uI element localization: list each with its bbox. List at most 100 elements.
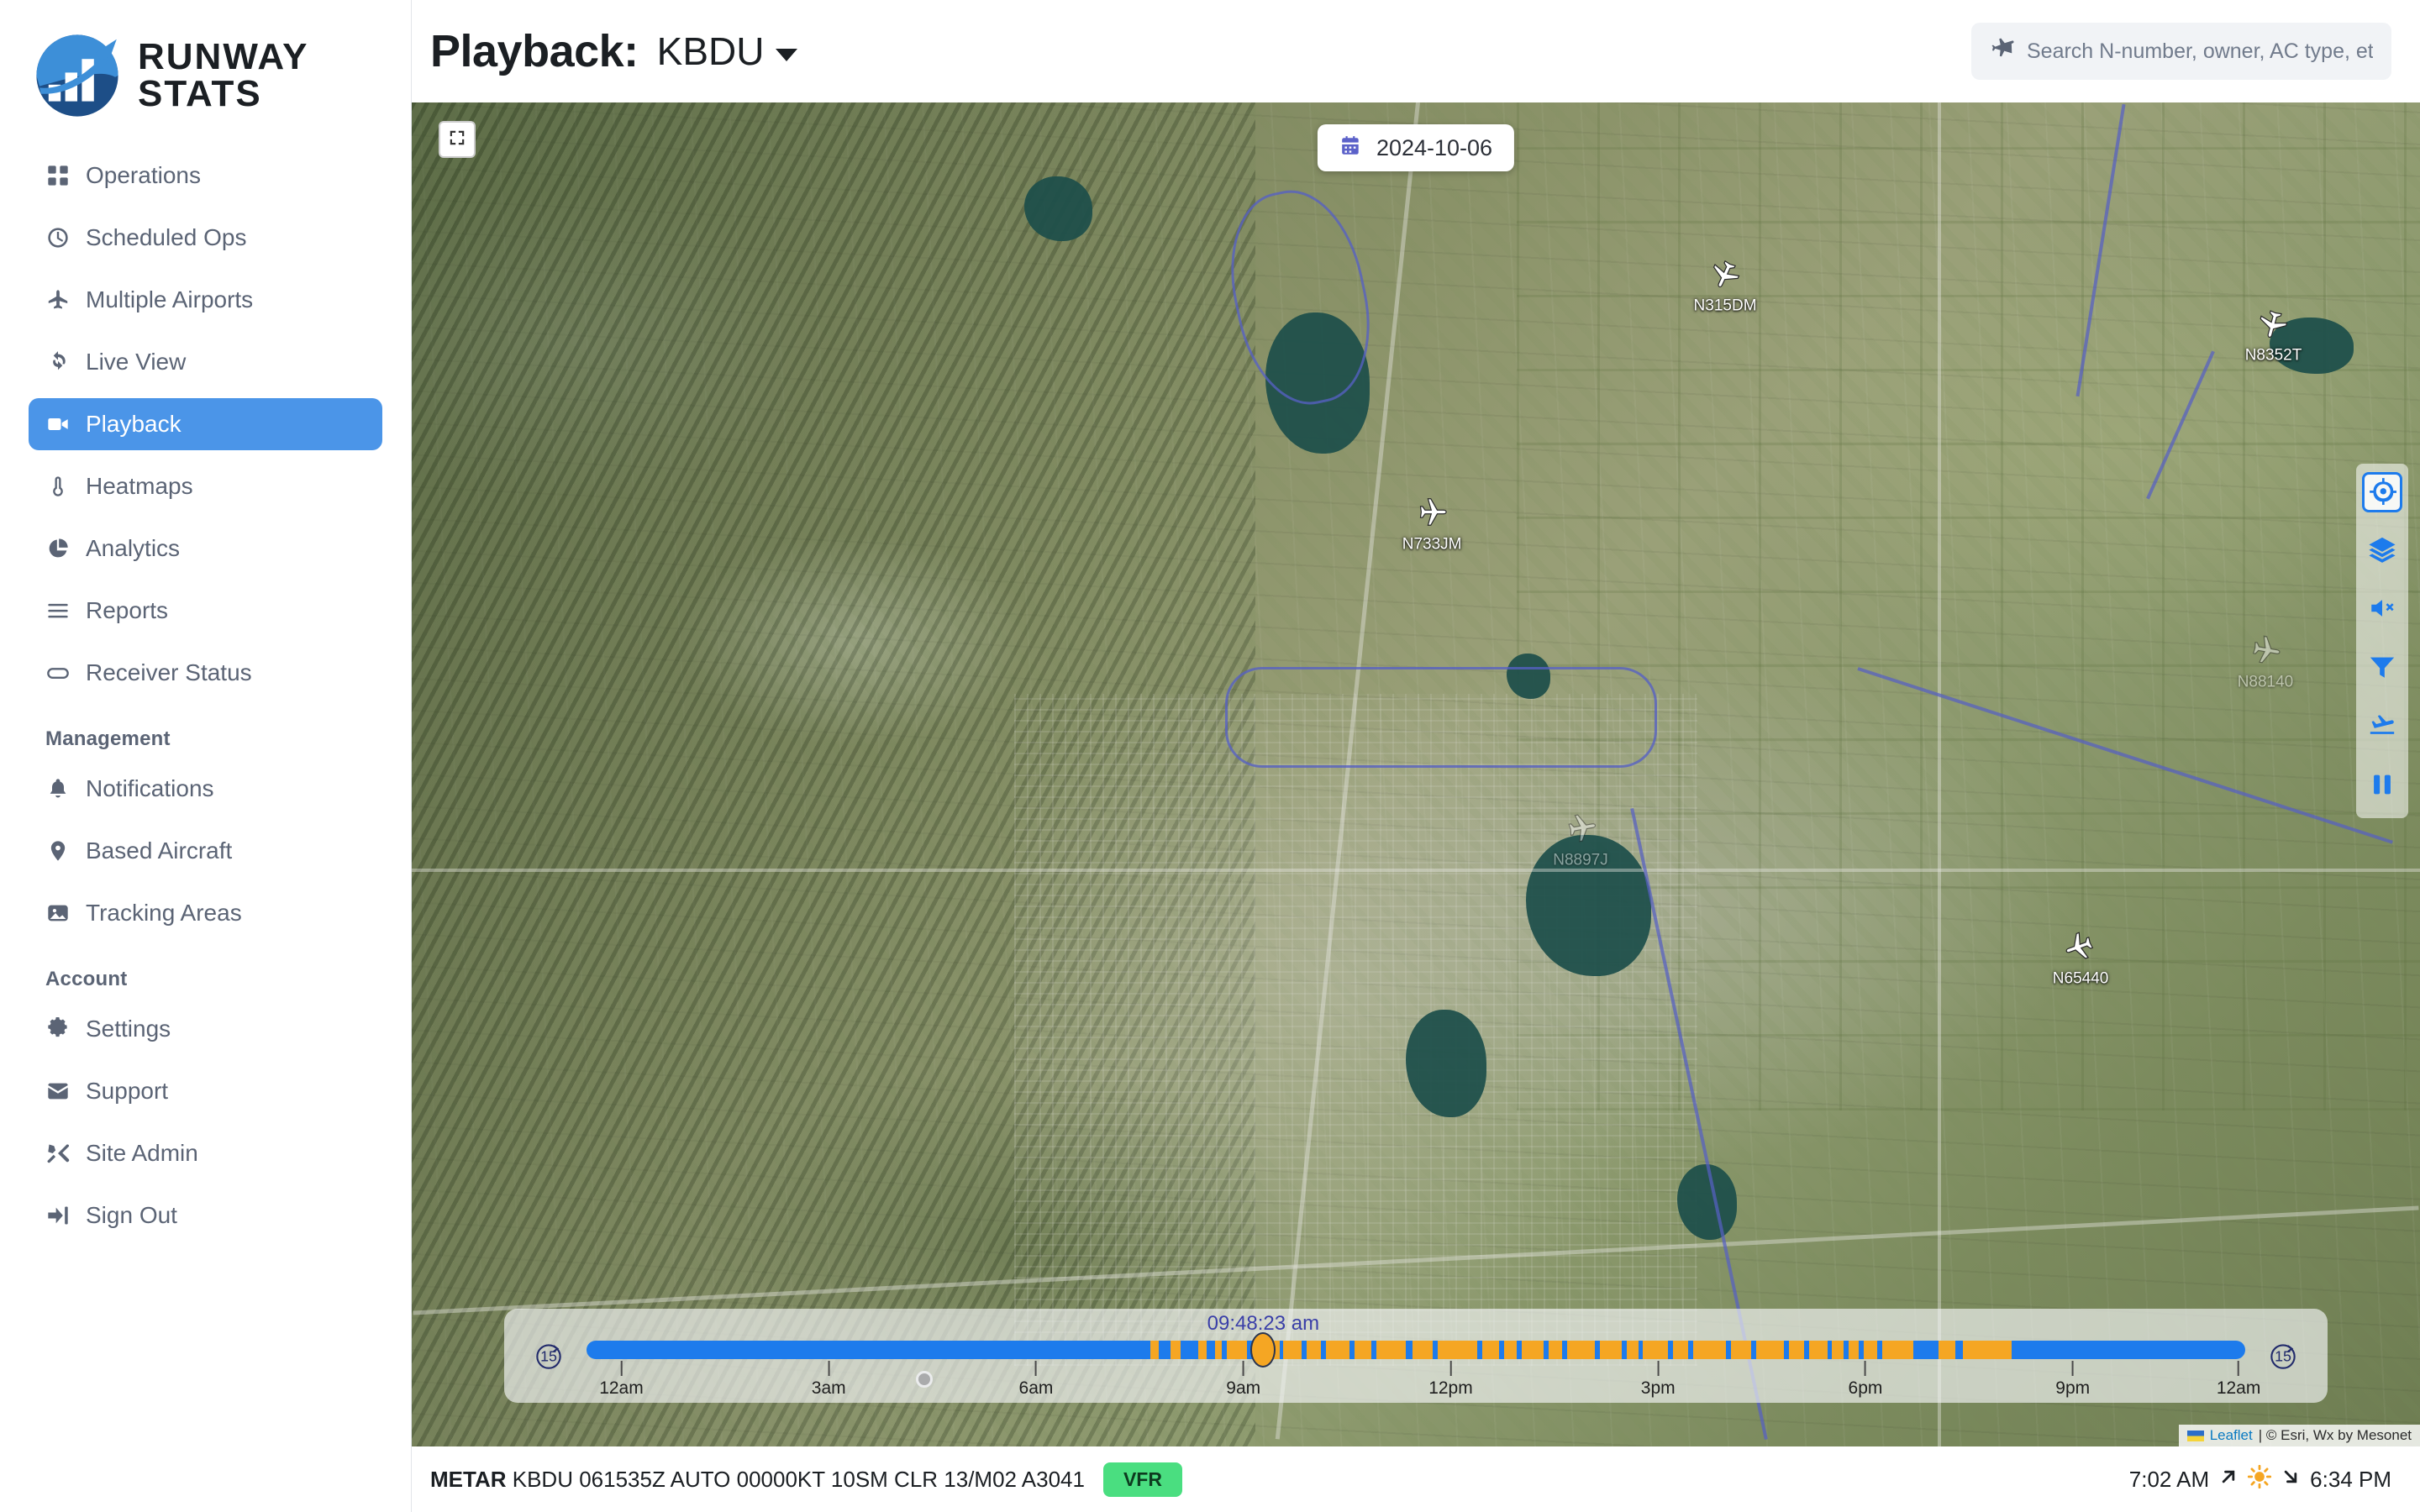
skip-forward-label: 15 xyxy=(2275,1347,2291,1364)
date-picker[interactable]: 2024-10-06 xyxy=(1317,124,1515,171)
sidebar-item-analytics[interactable]: Analytics xyxy=(29,522,382,575)
search-box[interactable] xyxy=(1971,23,2391,80)
sidebar-item-tracking-areas[interactable]: Tracking Areas xyxy=(29,887,382,939)
timeline-activity-segment xyxy=(1170,1341,1181,1359)
timeline-activity-segment xyxy=(1215,1341,1223,1359)
sidebar-item-heatmaps[interactable]: Heatmaps xyxy=(29,460,382,512)
timeline-activity-segment xyxy=(1808,1341,1828,1359)
timeline-activity-segment xyxy=(1672,1341,1688,1359)
timeline-tick: 12pm xyxy=(1428,1361,1473,1399)
sidebar-item-label: Multiple Airports xyxy=(86,286,254,312)
brand-line-2: STATS xyxy=(138,73,262,114)
sidebar-item-receiver-status[interactable]: Receiver Status xyxy=(29,647,382,699)
aircraft-marker[interactable]: N65440 xyxy=(2052,929,2109,989)
timeline-activity-segment xyxy=(1849,1341,1860,1359)
timeline-tick: 6am xyxy=(1018,1361,1054,1399)
leaflet-link[interactable]: Leaflet xyxy=(2210,1427,2253,1444)
recenter-map-button[interactable] xyxy=(2362,472,2402,512)
timeline-tick: 12am xyxy=(599,1361,644,1399)
sidebar-item-label: Operations xyxy=(86,162,201,188)
filter-funnel-icon xyxy=(2368,653,2396,685)
grid-icon xyxy=(45,163,71,188)
image-icon xyxy=(45,900,71,926)
timeline-activity-segment xyxy=(1963,1341,2012,1359)
skip-forward-15-button[interactable]: 15 xyxy=(2264,1336,2302,1375)
aircraft-tail-label: N733JM xyxy=(1402,535,1462,554)
app-root: RUNWAY STATS Operations Scheduled Ops Mu… xyxy=(0,0,2420,1512)
clock-icon xyxy=(45,225,71,250)
timeline-tick-label: 9am xyxy=(1226,1378,1261,1398)
sign-out-icon xyxy=(45,1203,71,1228)
sidebar-item-sign-out[interactable]: Sign Out xyxy=(29,1189,382,1242)
map-layers-button[interactable] xyxy=(2362,531,2402,571)
metar-text: KBDU 061535Z AUTO 00000KT 10SM CLR 13/M0… xyxy=(512,1466,1085,1492)
aircraft-icon xyxy=(2063,929,2098,969)
mute-audio-button[interactable] xyxy=(2362,590,2402,630)
sun-icon xyxy=(2247,1464,2272,1494)
crosshair-target-icon xyxy=(2368,476,2397,509)
aircraft-marker[interactable]: N88140 xyxy=(2238,632,2293,691)
leaflet-flag-icon xyxy=(2186,1430,2204,1441)
timeline-tick-label: 12pm xyxy=(1428,1378,1473,1398)
skip-back-label: 15 xyxy=(540,1347,557,1364)
sidebar-item-operations[interactable]: Operations xyxy=(29,150,382,202)
aircraft-marker[interactable]: N8897J xyxy=(1553,811,1608,870)
thermometer-icon xyxy=(45,474,71,499)
metar-readout: METAR KBDU 061535Z AUTO 00000KT 10SM CLR… xyxy=(430,1467,1085,1493)
timeline-tick-label: 6am xyxy=(1018,1378,1054,1398)
aircraft-marker[interactable]: N8352T xyxy=(2245,305,2302,365)
timeline-activity-segment xyxy=(1503,1341,1518,1359)
aircraft-icon xyxy=(2256,305,2291,344)
aircraft-marker[interactable]: N315DM xyxy=(1694,255,1757,315)
aircraft-marker[interactable]: N733JM xyxy=(1402,495,1462,554)
pause-playback-button[interactable] xyxy=(2362,766,2402,806)
search-input[interactable] xyxy=(2027,39,2373,64)
map-canvas[interactable]: N315DM N8352T N733JM N8897J N88140 N6544… xyxy=(412,102,2420,1446)
sidebar-item-label: Playback xyxy=(86,411,182,437)
timeline-activity-bar[interactable] xyxy=(587,1341,2245,1359)
playback-timeline[interactable]: 15 09:48:23 am 12am 3am 6am 9am 12pm 3pm 6pm 9p… xyxy=(504,1309,2328,1403)
sidebar-item-playback[interactable]: Playback xyxy=(29,398,382,450)
sidebar-section-management: Management xyxy=(45,727,171,750)
timeline-tick-label: 6pm xyxy=(1848,1378,1883,1398)
timeline-activity-segment xyxy=(1692,1341,1727,1359)
timeline-tick: 6pm xyxy=(1848,1361,1883,1399)
show-runways-button[interactable] xyxy=(2362,707,2402,748)
sidebar-item-scheduled-ops[interactable]: Scheduled Ops xyxy=(29,212,382,264)
envelope-icon xyxy=(45,1079,71,1104)
sidebar-item-label: Analytics xyxy=(86,535,181,561)
sidebar-item-support[interactable]: Support xyxy=(29,1065,382,1117)
brand-logo[interactable]: RUNWAY STATS xyxy=(0,18,411,150)
timeline-activity-segment xyxy=(1522,1341,1544,1359)
airport-selector[interactable]: KBDU xyxy=(657,29,798,74)
timeline-tick: 3am xyxy=(812,1361,846,1399)
sidebar-item-based-aircraft[interactable]: Based Aircraft xyxy=(29,825,382,877)
sidebar-item-settings[interactable]: Settings xyxy=(29,1003,382,1055)
timeline-activity-segment xyxy=(1938,1341,1955,1359)
playback-map[interactable]: N315DM N8352T N733JM N8897J N88140 N6544… xyxy=(412,102,2420,1446)
plane-search-icon xyxy=(1990,37,2015,66)
sidebar-item-live-view[interactable]: Live View xyxy=(29,336,382,388)
sidebar-item-multiple-airports[interactable]: Multiple Airports xyxy=(29,274,382,326)
sidebar-item-label: Heatmaps xyxy=(86,473,193,499)
aircraft-tail-label: N65440 xyxy=(2052,969,2109,988)
timeline-activity-segment xyxy=(1548,1341,1562,1359)
sidebar-item-notifications[interactable]: Notifications xyxy=(29,763,382,815)
fullscreen-button[interactable] xyxy=(439,121,476,158)
bell-icon xyxy=(45,776,71,801)
skip-back-15-button[interactable]: 15 xyxy=(529,1336,568,1375)
map-pin-icon xyxy=(45,838,71,864)
timeline-tick: 3pm xyxy=(1641,1361,1676,1399)
fullscreen-icon xyxy=(448,129,466,151)
calendar-icon xyxy=(1339,135,1361,161)
timeline-track[interactable]: 09:48:23 am 12am 3am 6am 9am 12pm 3pm 6pm 9pm 12… xyxy=(587,1309,2260,1403)
timeline-activity-segment xyxy=(1376,1341,1407,1359)
sidebar-item-label: Site Admin xyxy=(86,1140,198,1166)
timeline-activity-segment xyxy=(1600,1341,1622,1359)
sidebar-item-reports[interactable]: Reports xyxy=(29,585,382,637)
filter-aircraft-button[interactable] xyxy=(2362,648,2402,689)
pause-icon xyxy=(2368,770,2396,803)
timeline-activity-segment xyxy=(1226,1341,1247,1359)
sidebar-item-site-admin[interactable]: Site Admin xyxy=(29,1127,382,1179)
pie-chart-icon xyxy=(45,536,71,561)
